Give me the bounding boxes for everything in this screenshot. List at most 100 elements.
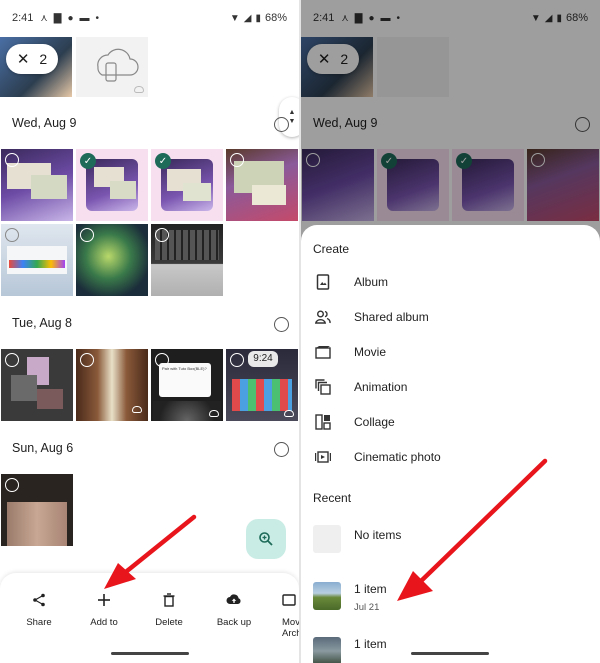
recent-heading: Recent xyxy=(313,491,352,505)
photos-selection-screen: 2:41 ⋏ ▇ ● ▬ • ▼ ◢ ▮ 68% ✕ 2 ▲ ▼ Wed, Au… xyxy=(0,0,299,663)
share-button[interactable]: Share xyxy=(9,593,69,628)
plus-icon xyxy=(98,594,110,606)
photo-thumb[interactable] xyxy=(1,474,73,546)
select-circle[interactable] xyxy=(155,353,169,367)
gesture-nav-bar[interactable] xyxy=(111,652,189,655)
selected-check-icon[interactable]: ✓ xyxy=(155,153,171,169)
gesture-nav-bar[interactable] xyxy=(411,652,489,655)
empty-album-thumb xyxy=(313,525,341,553)
recent-album-item[interactable]: 1 item Jul 21 xyxy=(313,582,387,613)
menu-item-collage[interactable]: Collage xyxy=(301,405,600,439)
chevron-up-icon: ▲ xyxy=(288,109,296,116)
menu-item-label: Shared album xyxy=(354,310,429,324)
phone-icon: ● xyxy=(67,12,74,24)
create-heading: Create xyxy=(313,242,350,256)
cinematic-icon xyxy=(315,451,331,463)
select-circle[interactable] xyxy=(5,478,19,492)
zoom-button[interactable] xyxy=(246,519,286,559)
photo-thumb[interactable]: Pair with Tuto Box(BLE)? xyxy=(151,349,223,421)
menu-item-animation[interactable]: Animation xyxy=(301,370,600,404)
cloud-icon xyxy=(132,406,142,413)
app-icon: ▬ xyxy=(79,12,90,24)
select-circle[interactable] xyxy=(5,228,19,242)
recent-album-item[interactable]: No items xyxy=(313,525,401,553)
back-up-label: Back up xyxy=(216,617,252,628)
select-circle[interactable] xyxy=(80,353,94,367)
cloud-icon xyxy=(134,86,144,93)
battery-level: 68% xyxy=(264,12,287,24)
status-bar: 2:41 ⋏ ▇ ● ▬ • ▼ ◢ ▮ 68% xyxy=(0,0,299,36)
date-header: Tue, Aug 8 xyxy=(12,316,72,330)
battery-icon: ▮ xyxy=(255,12,261,24)
share-icon xyxy=(33,593,45,607)
menu-item-label: Album xyxy=(354,275,389,289)
photo-thumb-selected[interactable]: ✓ xyxy=(151,149,223,221)
app-icon: ⋏ xyxy=(40,12,48,24)
chevron-down-icon: ▼ xyxy=(288,118,296,125)
dialog-thumb: Pair with Tuto Box(BLE)? xyxy=(159,363,211,397)
movie-icon xyxy=(315,346,331,359)
menu-item-label: Animation xyxy=(354,380,408,394)
dot-icon: • xyxy=(95,12,100,24)
album-icon xyxy=(316,274,330,290)
cloud-upload-icon xyxy=(226,594,241,604)
signal-icon: ◢ xyxy=(243,12,252,24)
select-date-checkbox[interactable] xyxy=(274,442,289,457)
photo-thumb[interactable] xyxy=(1,349,73,421)
move-archive-label: Move Arch xyxy=(282,617,299,639)
photo-thumb[interactable] xyxy=(1,149,73,221)
recent-album-item[interactable]: 1 item xyxy=(313,637,387,663)
photo-thumb[interactable] xyxy=(151,224,223,296)
date-header: Wed, Aug 9 xyxy=(12,116,77,130)
delete-label: Delete xyxy=(155,617,183,628)
recent-item-title: 1 item xyxy=(354,582,387,596)
selected-count: 2 xyxy=(39,51,48,67)
select-circle[interactable] xyxy=(230,153,244,167)
select-circle[interactable] xyxy=(80,228,94,242)
cloud-icon xyxy=(209,410,219,417)
archive-icon xyxy=(282,594,296,606)
message-icon: ▇ xyxy=(53,12,62,24)
recent-item-date: Jul 21 xyxy=(354,602,380,613)
photo-thumb[interactable] xyxy=(226,149,298,221)
add-to-button[interactable]: Add to xyxy=(74,593,134,628)
album-thumb xyxy=(313,582,341,610)
animation-icon xyxy=(315,379,331,395)
select-circle[interactable] xyxy=(155,228,169,242)
add-to-label: Add to xyxy=(90,617,118,628)
collage-icon xyxy=(315,414,331,430)
album-thumb xyxy=(313,637,341,663)
cloud-icon xyxy=(284,410,294,417)
phone-clock: 9:24 xyxy=(248,351,278,367)
photo-thumb[interactable] xyxy=(76,37,148,97)
back-up-button[interactable]: Back up xyxy=(204,593,264,628)
recent-item-title: 1 item xyxy=(354,637,387,651)
menu-item-album[interactable]: Album xyxy=(301,265,600,299)
select-date-checkbox[interactable] xyxy=(274,117,289,132)
move-to-archive-button[interactable]: Move Arch xyxy=(266,593,299,639)
photo-thumb[interactable] xyxy=(1,224,73,296)
delete-button[interactable]: Delete xyxy=(139,593,199,628)
menu-item-label: Collage xyxy=(354,415,395,429)
select-date-checkbox[interactable] xyxy=(274,317,289,332)
photo-thumb[interactable]: 9:24 xyxy=(226,349,298,421)
status-time: 2:41 xyxy=(12,12,34,24)
add-to-sheet-screen: 2:41 ⋏ ▇ ● ▬ • ▼ ◢ ▮ 68% ✕ 2 Wed, Aug 9 … xyxy=(301,0,600,663)
select-circle[interactable] xyxy=(5,353,19,367)
menu-item-cinematic-photo[interactable]: Cinematic photo xyxy=(301,440,600,474)
date-header: Sun, Aug 6 xyxy=(12,441,74,455)
menu-item-shared-album[interactable]: Shared album xyxy=(301,300,600,334)
menu-item-movie[interactable]: Movie xyxy=(301,335,600,369)
add-to-bottom-sheet: Create Album Shared album Movie Animatio… xyxy=(301,225,600,663)
selected-check-icon[interactable]: ✓ xyxy=(80,153,96,169)
trash-icon xyxy=(163,593,175,607)
select-circle[interactable] xyxy=(5,153,19,167)
zoom-in-icon xyxy=(259,532,273,546)
dialog-thumb-title: Pair with Tuto Box(BLE)? xyxy=(162,366,207,371)
select-circle[interactable] xyxy=(230,353,244,367)
photo-thumb[interactable] xyxy=(76,224,148,296)
selection-chip[interactable]: ✕ 2 xyxy=(6,44,58,74)
close-icon[interactable]: ✕ xyxy=(17,50,30,68)
photo-thumb-selected[interactable]: ✓ xyxy=(76,149,148,221)
menu-item-label: Movie xyxy=(354,345,387,359)
